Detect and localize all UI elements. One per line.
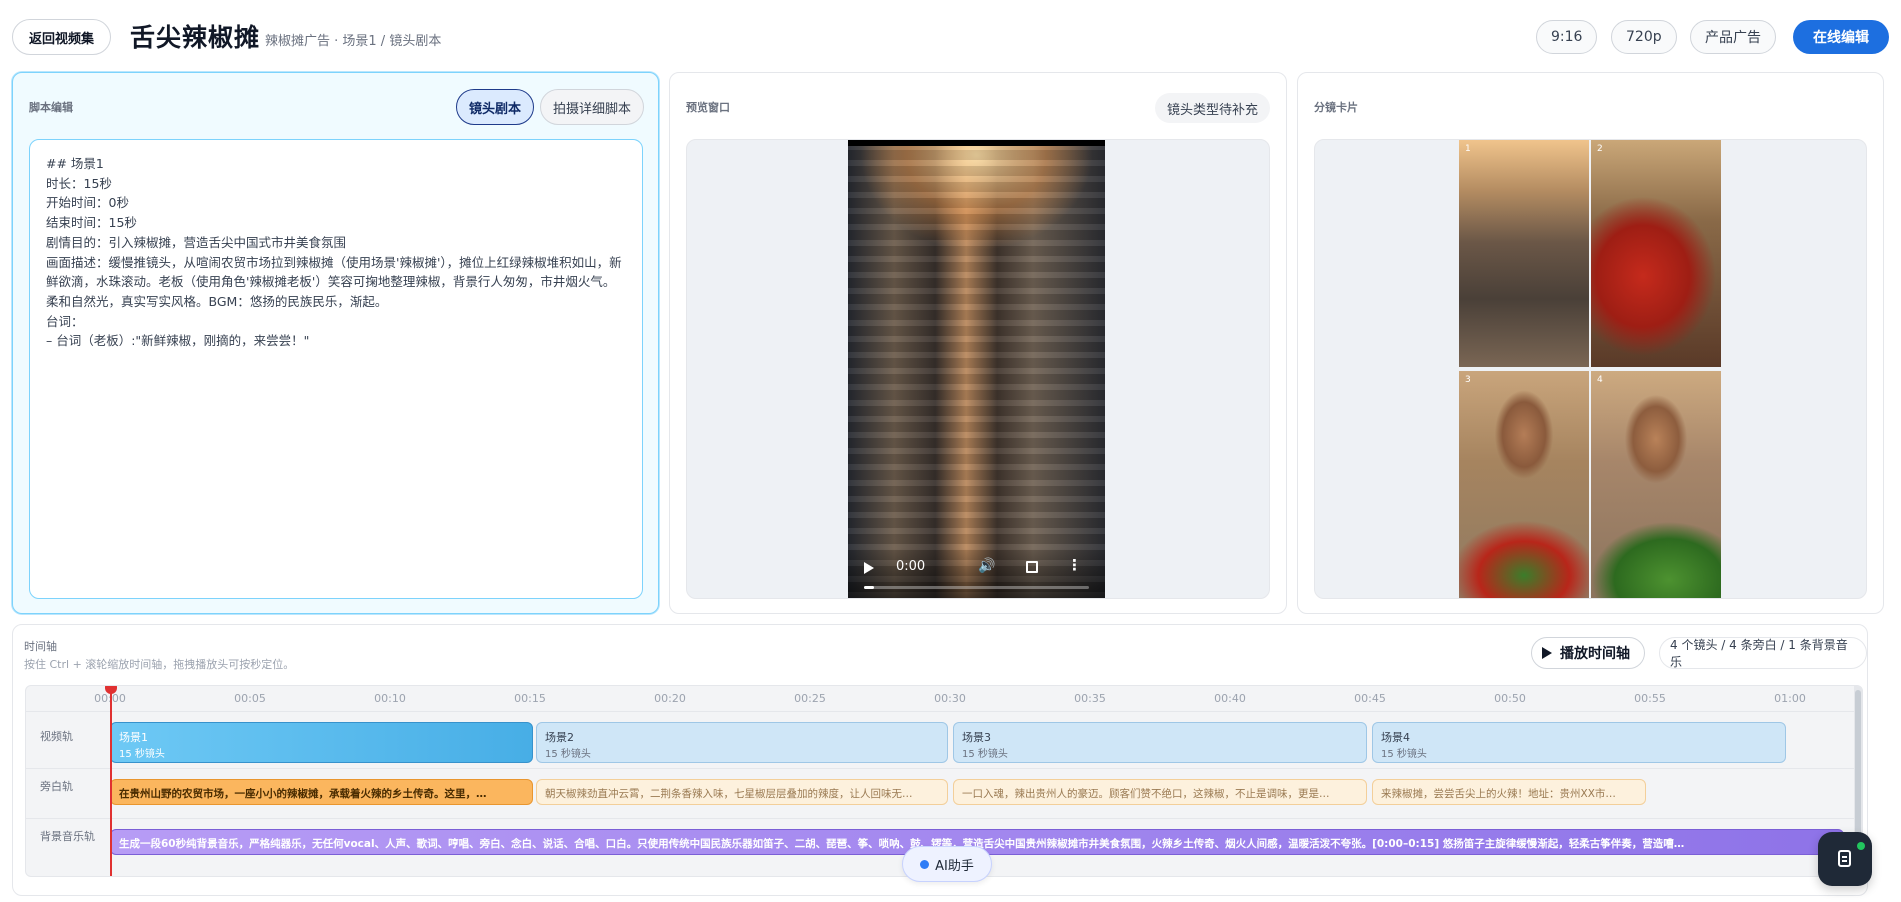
storyboard-frame[interactable]: 3 bbox=[1459, 371, 1589, 598]
voiceover-clip[interactable]: 在贵州山野的农贸市场，一座小小的辣椒摊，承载着火辣的乡土传奇。这里，… bbox=[110, 779, 533, 805]
voiceover-text: 在贵州山野的农贸市场，一座小小的辣椒摊，承载着火辣的乡土传奇。这里，… bbox=[119, 788, 487, 800]
category-pill[interactable]: 产品广告 bbox=[1690, 20, 1776, 54]
video-clip[interactable]: 场景1 15 秒镜头 bbox=[110, 722, 533, 763]
clip-title: 场景2 bbox=[545, 731, 574, 744]
video-clip[interactable]: 场景3 15 秒镜头 bbox=[953, 722, 1367, 763]
progress-fill bbox=[864, 586, 874, 589]
panel-label: 分镜卡片 bbox=[1314, 101, 1358, 114]
clip-duration: 15 秒镜头 bbox=[1381, 749, 1427, 760]
video-progress-bar[interactable] bbox=[864, 586, 1089, 589]
video-time: 0:00 bbox=[896, 559, 926, 574]
video-track-label: 视频轨 bbox=[40, 730, 73, 743]
ruler-tick: 00:25 bbox=[794, 692, 826, 705]
clip-title: 场景3 bbox=[962, 731, 991, 744]
storyboard-stage: 1 2 3 4 bbox=[1314, 139, 1867, 599]
document-icon bbox=[1838, 850, 1851, 867]
shot-type-badge: 镜头类型待补充 bbox=[1154, 93, 1270, 123]
voiceover-clip[interactable]: 来辣椒摊，尝尝舌尖上的火辣！地址：贵州XX市… bbox=[1372, 779, 1646, 805]
timeline-hint: 按住 Ctrl + 滚轮缩放时间轴，拖拽播放头可按秒定位。 bbox=[24, 658, 295, 671]
ruler-tick: 01:00 bbox=[1774, 692, 1806, 705]
music-track-label: 背景音乐轨 bbox=[40, 830, 95, 843]
storyboard-frame[interactable]: 4 bbox=[1591, 371, 1721, 598]
online-edit-button[interactable]: 在线编辑 bbox=[1793, 20, 1889, 54]
clip-title: 场景1 bbox=[119, 731, 148, 744]
fullscreen-icon[interactable] bbox=[1026, 561, 1038, 573]
storyboard-frame[interactable]: 2 bbox=[1591, 140, 1721, 367]
ruler-tick: 00:50 bbox=[1494, 692, 1526, 705]
voiceover-text: 来辣椒摊，尝尝舌尖上的火辣！地址：贵州XX市… bbox=[1381, 788, 1616, 800]
playhead[interactable] bbox=[110, 686, 112, 876]
track-divider bbox=[26, 818, 1862, 819]
tab-shot-script[interactable]: 镜头剧本 bbox=[456, 89, 535, 125]
play-icon bbox=[1542, 647, 1552, 659]
document-fab-button[interactable] bbox=[1818, 832, 1872, 886]
clip-duration: 15 秒镜头 bbox=[962, 749, 1008, 760]
market-video-frame bbox=[848, 146, 1105, 598]
video-clip[interactable]: 场景2 15 秒镜头 bbox=[536, 722, 948, 763]
play-timeline-label: 播放时间轴 bbox=[1560, 646, 1630, 662]
time-ruler[interactable]: 00:00 00:05 00:10 00:15 00:20 00:25 00:3… bbox=[26, 686, 1862, 712]
frame-number: 2 bbox=[1597, 144, 1603, 154]
ai-assistant-button[interactable]: AI助手 bbox=[902, 846, 992, 882]
preview-stage: 0:00 🔊 ⋮ bbox=[686, 139, 1270, 599]
timeline-title: 时间轴 bbox=[24, 640, 57, 653]
aspect-ratio-pill[interactable]: 9:16 bbox=[1536, 20, 1598, 54]
voiceover-clip[interactable]: 朝天椒辣劲直冲云霄，二荆条香辣入味，七星椒层层叠加的辣度，让人回味无… bbox=[536, 779, 948, 805]
video-player[interactable]: 0:00 🔊 ⋮ bbox=[848, 140, 1105, 598]
ruler-tick: 00:15 bbox=[514, 692, 546, 705]
breadcrumb: 辣椒摊广告 · 场景1 / 镜头剧本 bbox=[265, 34, 442, 49]
ai-assistant-label: AI助手 bbox=[935, 858, 974, 874]
ruler-tick: 00:35 bbox=[1074, 692, 1106, 705]
more-options-icon[interactable]: ⋮ bbox=[1067, 556, 1082, 574]
frame-number: 4 bbox=[1597, 375, 1603, 385]
ruler-tick: 00:45 bbox=[1354, 692, 1386, 705]
track-divider bbox=[26, 768, 1862, 769]
clip-duration: 15 秒镜头 bbox=[545, 749, 591, 760]
volume-icon[interactable]: 🔊 bbox=[978, 558, 995, 574]
status-dot-icon bbox=[920, 859, 930, 869]
top-bar: 返回视频集 舌尖辣椒摊 辣椒摊广告 · 场景1 / 镜头剧本 9:16 720p… bbox=[0, 0, 1901, 72]
voiceover-text: 朝天椒辣劲直冲云霄，二荆条香辣入味，七星椒层层叠加的辣度，让人回味无… bbox=[545, 788, 913, 800]
panel-label: 预览窗口 bbox=[686, 101, 730, 114]
ruler-tick: 00:05 bbox=[234, 692, 266, 705]
voiceover-text: 一口入魂，辣出贵州人的豪迈。顾客们赞不绝口，这辣椒，不止是调味，更是… bbox=[962, 788, 1330, 800]
script-edit-panel: 脚本编辑 镜头剧本 拍摄详细脚本 ## 场景1 时长：15秒 开始时间：0秒 结… bbox=[12, 72, 659, 614]
ruler-tick: 00:40 bbox=[1214, 692, 1246, 705]
frame-number: 3 bbox=[1465, 375, 1471, 385]
ruler-tick: 00:10 bbox=[374, 692, 406, 705]
ruler-tick: 00:55 bbox=[1634, 692, 1666, 705]
video-clip[interactable]: 场景4 15 秒镜头 bbox=[1372, 722, 1786, 763]
voiceover-clip[interactable]: 一口入魂，辣出贵州人的豪迈。顾客们赞不绝口，这辣椒，不止是调味，更是… bbox=[953, 779, 1367, 805]
clip-duration: 15 秒镜头 bbox=[119, 749, 165, 760]
play-icon[interactable] bbox=[864, 562, 874, 574]
play-timeline-button[interactable]: 播放时间轴 bbox=[1531, 637, 1645, 669]
back-to-collection-button[interactable]: 返回视频集 bbox=[12, 19, 112, 55]
frame-number: 1 bbox=[1465, 144, 1471, 154]
video-controls: 0:00 🔊 ⋮ bbox=[848, 548, 1105, 598]
preview-panel: 预览窗口 镜头类型待补充 0:00 🔊 ⋮ bbox=[669, 72, 1287, 614]
clip-title: 场景4 bbox=[1381, 731, 1410, 744]
storyboard-frame[interactable]: 1 bbox=[1459, 140, 1589, 367]
ruler-tick: 00:20 bbox=[654, 692, 686, 705]
script-editor[interactable]: ## 场景1 时长：15秒 开始时间：0秒 结束时间：15秒 剧情目的：引入辣椒… bbox=[29, 139, 643, 599]
online-indicator-icon bbox=[1857, 842, 1865, 850]
ruler-tick: 00:30 bbox=[934, 692, 966, 705]
storyboard-panel: 分镜卡片 1 2 3 4 bbox=[1297, 72, 1884, 614]
resolution-pill[interactable]: 720p bbox=[1611, 20, 1677, 54]
voice-track-label: 旁白轨 bbox=[40, 780, 73, 793]
panel-label: 脚本编辑 bbox=[29, 101, 73, 114]
timeline-stats: 4 个镜头 / 4 条旁白 / 1 条背景音乐 bbox=[1659, 637, 1867, 669]
tab-detailed-script[interactable]: 拍摄详细脚本 bbox=[540, 89, 645, 125]
page-title: 舌尖辣椒摊 bbox=[130, 23, 261, 52]
